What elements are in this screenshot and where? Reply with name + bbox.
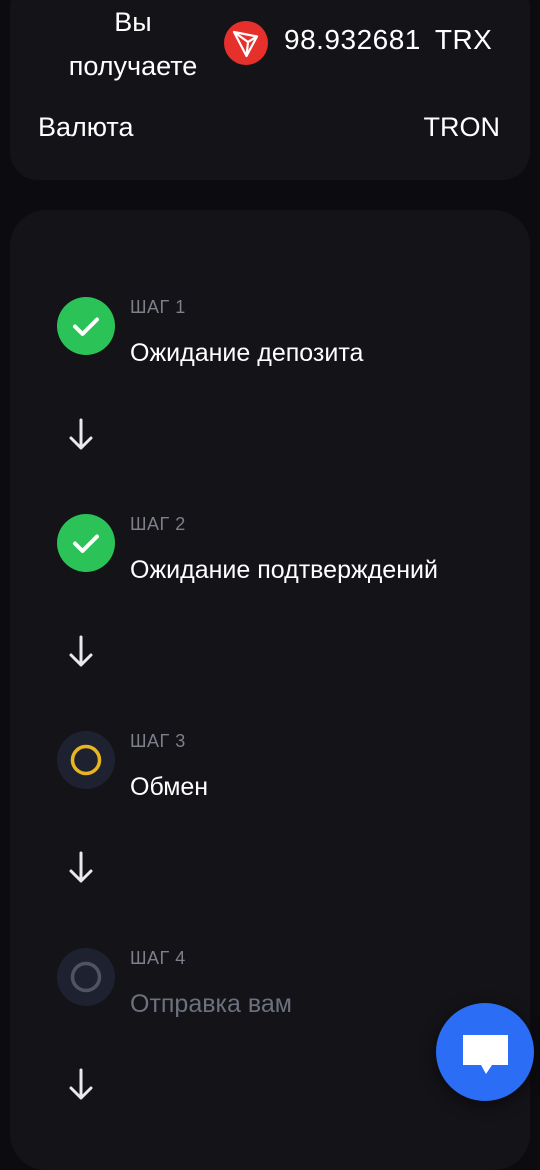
arrow-down-icon	[69, 851, 93, 883]
step-title: Обмен	[130, 773, 209, 801]
receive-label: Вы получаете	[58, 0, 208, 88]
progress-ring-icon	[57, 731, 115, 789]
currency-value: TRON	[423, 112, 501, 142]
chat-icon	[463, 1035, 508, 1074]
arrow-down-icon	[69, 635, 93, 667]
tron-icon	[224, 21, 268, 65]
receive-amount: 98.932681 TRX	[284, 24, 492, 56]
step-number: ШАГ 3	[130, 731, 186, 751]
arrow-down-icon	[69, 1068, 93, 1100]
amount-value: 98.932681	[284, 24, 421, 55]
arrow-down-icon	[69, 418, 93, 450]
step-title: Ожидание депозита	[130, 339, 364, 367]
amount-currency: TRX	[434, 24, 493, 55]
receive-label-line2: получаете	[68, 51, 198, 81]
step-title: Ожидание подтверждений	[130, 556, 438, 584]
check-icon	[57, 514, 115, 572]
step-3: ШАГ 3 Обмен	[0, 731, 520, 831]
chat-button[interactable]	[436, 1003, 534, 1101]
step-1: ШАГ 1 Ожидание депозита	[0, 297, 520, 397]
step-2: ШАГ 2 Ожидание подтверждений	[0, 514, 520, 614]
step-number: ШАГ 4	[130, 948, 186, 968]
pending-ring-icon	[57, 948, 115, 1006]
step-number: ШАГ 2	[130, 514, 186, 534]
check-icon	[57, 297, 115, 355]
step-title: Отправка вам	[130, 990, 292, 1018]
step-number: ШАГ 1	[130, 297, 186, 317]
receive-label-line1: Вы	[114, 7, 152, 37]
currency-label: Валюта	[38, 112, 134, 142]
